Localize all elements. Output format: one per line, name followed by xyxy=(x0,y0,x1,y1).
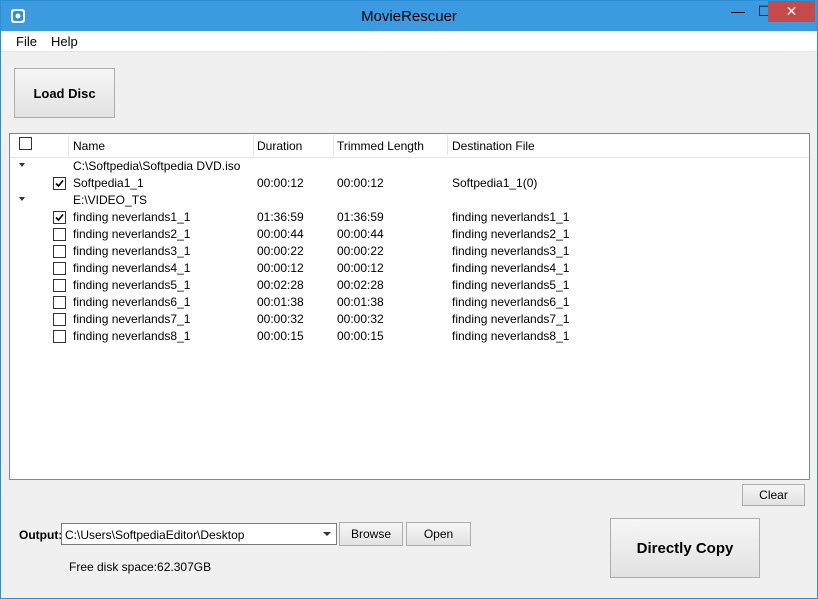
row-name: finding neverlands8_1 xyxy=(73,329,191,343)
table-row[interactable]: finding neverlands6_1 00:01:38 00:01:38 fin… xyxy=(10,294,809,311)
row-checkbox[interactable] xyxy=(53,279,66,292)
header-trimmed-length[interactable]: Trimmed Length xyxy=(337,139,424,153)
group-row[interactable]: C:\Softpedia\Softpedia DVD.iso xyxy=(10,158,809,175)
row-trimmed-length: 00:00:12 xyxy=(337,176,384,190)
minimize-button[interactable]: — xyxy=(725,1,751,22)
table-row[interactable]: finding neverlands4_1 00:00:12 00:00:12 fin… xyxy=(10,260,809,277)
header-duration[interactable]: Duration xyxy=(257,139,302,153)
directly-copy-button[interactable]: Directly Copy xyxy=(610,518,760,578)
table-row[interactable]: finding neverlands5_1 00:02:28 00:02:28 fin… xyxy=(10,277,809,294)
header-name[interactable]: Name xyxy=(73,139,105,153)
row-duration: 01:36:59 xyxy=(257,210,304,224)
clear-button[interactable]: Clear xyxy=(742,484,805,506)
row-trimmed-length: 00:00:32 xyxy=(337,312,384,326)
row-destination-file: finding neverlands1_1 xyxy=(452,210,570,224)
row-checkbox[interactable] xyxy=(53,211,66,224)
row-duration: 00:00:12 xyxy=(257,176,304,190)
row-duration: 00:00:12 xyxy=(257,261,304,275)
row-name: finding neverlands2_1 xyxy=(73,227,191,241)
row-name: finding neverlands5_1 xyxy=(73,278,191,292)
row-checkbox[interactable] xyxy=(53,245,66,258)
output-label: Output: xyxy=(19,528,63,542)
row-checkbox[interactable] xyxy=(53,296,66,309)
table-row[interactable]: Softpedia1_1 00:00:12 00:00:12 Softpedia1_1… xyxy=(10,175,809,192)
free-disk-space: Free disk space:62.307GB xyxy=(69,560,212,574)
header-destination-file[interactable]: Destination File xyxy=(452,139,535,153)
row-destination-file: finding neverlands5_1 xyxy=(452,278,570,292)
row-name: finding neverlands7_1 xyxy=(73,312,191,326)
table-row[interactable]: finding neverlands2_1 00:00:44 00:00:44 fin… xyxy=(10,226,809,243)
row-destination-file: Softpedia1_1(0) xyxy=(452,176,538,190)
header-divider xyxy=(68,135,69,155)
group-row[interactable]: E:\VIDEO_TS xyxy=(10,192,809,209)
row-checkbox[interactable] xyxy=(53,313,66,326)
row-duration: 00:00:22 xyxy=(257,244,304,258)
row-destination-file: finding neverlands8_1 xyxy=(452,329,570,343)
row-checkbox[interactable] xyxy=(53,228,66,241)
browse-button[interactable]: Browse xyxy=(339,522,403,546)
title-bar[interactable]: MovieRescuer — ☐ ✕ xyxy=(1,1,817,31)
close-button[interactable]: ✕ xyxy=(768,1,815,22)
menu-file[interactable]: File xyxy=(16,34,37,49)
chevron-down-icon[interactable] xyxy=(323,532,331,536)
row-trimmed-length: 00:02:28 xyxy=(337,278,384,292)
table-row[interactable]: finding neverlands1_1 01:36:59 01:36:59 fin… xyxy=(10,209,809,226)
row-trimmed-length: 00:00:22 xyxy=(337,244,384,258)
row-destination-file: finding neverlands2_1 xyxy=(452,227,570,241)
table-row[interactable]: finding neverlands8_1 00:00:15 00:00:15 fin… xyxy=(10,328,809,345)
row-checkbox[interactable] xyxy=(53,330,66,343)
expand-arrow-icon[interactable] xyxy=(19,197,25,201)
row-duration: 00:00:44 xyxy=(257,227,304,241)
output-path-dropdown[interactable]: C:\Users\SoftpediaEditor\Desktop xyxy=(61,523,337,545)
row-name: finding neverlands3_1 xyxy=(73,244,191,258)
header-divider xyxy=(333,135,334,155)
row-duration: 00:00:15 xyxy=(257,329,304,343)
table-row[interactable]: finding neverlands7_1 00:00:32 00:00:32 fin… xyxy=(10,311,809,328)
open-button[interactable]: Open xyxy=(406,522,471,546)
row-trimmed-length: 00:00:44 xyxy=(337,227,384,241)
checkmark-icon xyxy=(55,179,64,188)
list-header: Name Duration Trimmed Length Destination… xyxy=(10,134,809,158)
row-trimmed-length: 00:00:15 xyxy=(337,329,384,343)
menu-separator xyxy=(1,51,817,52)
row-duration: 00:00:32 xyxy=(257,312,304,326)
header-divider xyxy=(447,135,448,155)
row-trimmed-length: 00:00:12 xyxy=(337,261,384,275)
row-checkbox[interactable] xyxy=(53,177,66,190)
menu-bar: File Help xyxy=(1,31,817,51)
row-name: Softpedia1_1 xyxy=(73,176,144,190)
expand-arrow-icon[interactable] xyxy=(19,163,25,167)
checkmark-icon xyxy=(55,213,64,222)
main-window: MovieRescuer — ☐ ✕ File Help Load Disc N… xyxy=(0,0,818,599)
row-name: finding neverlands6_1 xyxy=(73,295,191,309)
row-destination-file: finding neverlands3_1 xyxy=(452,244,570,258)
row-checkbox[interactable] xyxy=(53,262,66,275)
row-trimmed-length: 00:01:38 xyxy=(337,295,384,309)
group-path: E:\VIDEO_TS xyxy=(73,193,148,207)
group-path: C:\Softpedia\Softpedia DVD.iso xyxy=(73,159,241,173)
window-title: MovieRescuer xyxy=(361,8,457,25)
menu-help[interactable]: Help xyxy=(51,34,78,49)
row-destination-file: finding neverlands7_1 xyxy=(452,312,570,326)
table-row[interactable]: finding neverlands3_1 00:00:22 00:00:22 fin… xyxy=(10,243,809,260)
title-list: Name Duration Trimmed Length Destination… xyxy=(9,133,810,480)
select-all-checkbox[interactable] xyxy=(19,137,32,150)
row-name: finding neverlands4_1 xyxy=(73,261,191,275)
row-duration: 00:02:28 xyxy=(257,278,304,292)
row-duration: 00:01:38 xyxy=(257,295,304,309)
header-divider xyxy=(253,135,254,155)
row-destination-file: finding neverlands6_1 xyxy=(452,295,570,309)
output-path-value: C:\Users\SoftpediaEditor\Desktop xyxy=(65,528,245,542)
row-name: finding neverlands1_1 xyxy=(73,210,191,224)
row-trimmed-length: 01:36:59 xyxy=(337,210,384,224)
load-disc-button[interactable]: Load Disc xyxy=(14,68,115,118)
row-destination-file: finding neverlands4_1 xyxy=(452,261,570,275)
